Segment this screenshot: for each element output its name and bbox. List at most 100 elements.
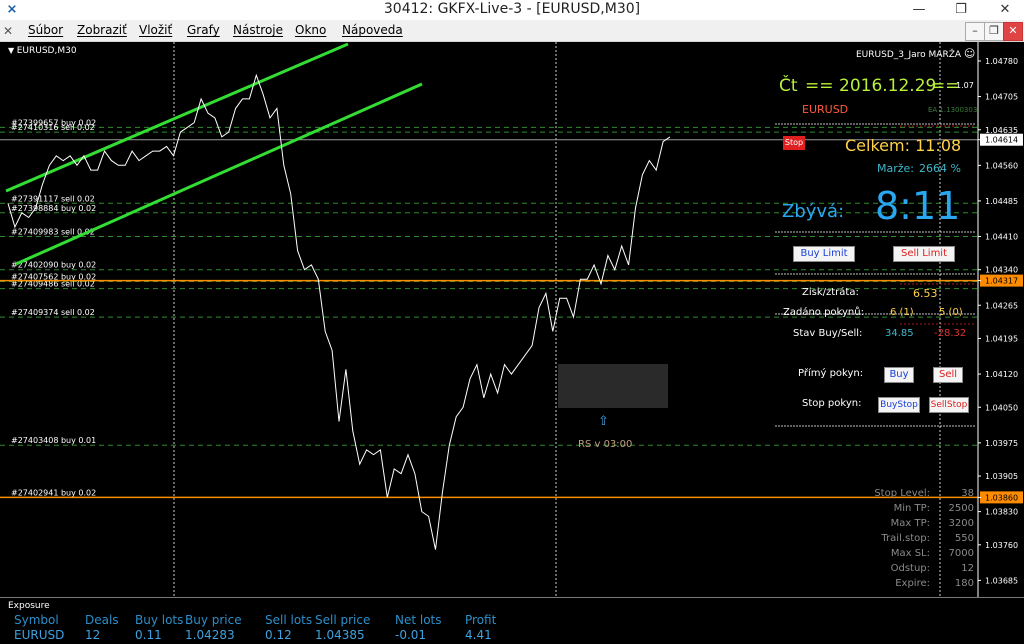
- price-axis-label: 1.04050: [985, 403, 1018, 412]
- price-axis-label: 1.03975: [985, 439, 1018, 448]
- order-label: #27403408 buy 0.01: [11, 436, 96, 445]
- cell-net-lots: -0.01: [395, 628, 427, 642]
- col-buy-lots: Buy lots: [135, 613, 184, 627]
- title-bar: ⨯ 30412: GKFX-Live-3 - [EURUSD,M30] — ❐ …: [0, 0, 1024, 21]
- chart-window[interactable]: #27399657 buy 0.02 #27410316 sell 0.02 #27…: [0, 42, 1024, 597]
- exposure-panel: Exposure Symbol Deals Buy lots Buy price…: [0, 597, 1024, 644]
- col-buy-price: Buy price: [185, 613, 242, 627]
- col-profit: Profit: [465, 613, 497, 627]
- menu-help[interactable]: Nápoveda: [342, 23, 403, 37]
- price-axis-label: 1.03760: [985, 541, 1018, 550]
- cell-symbol: EURUSD: [14, 628, 65, 642]
- stat-value: 180: [954, 578, 974, 589]
- restore-button[interactable]: ❐: [946, 0, 976, 20]
- col-symbol: Symbol: [14, 613, 59, 627]
- cell-deals: 12: [85, 628, 101, 642]
- stat-label: Odstup:: [890, 563, 930, 574]
- panel-date: 2016.12.29: [839, 76, 937, 96]
- price-axis-label: 1.04485: [985, 197, 1018, 206]
- menu-tools[interactable]: Nástroje: [233, 23, 283, 37]
- day-label: Čt: [779, 76, 798, 96]
- stat-label: Expire:: [895, 578, 930, 589]
- price-axis-label: 1.03685: [985, 576, 1018, 585]
- col-sell-price: Sell price: [315, 613, 371, 627]
- col-net-lots: Net lots: [395, 613, 442, 627]
- price-chart[interactable]: #27399657 buy 0.02#27410316 sell 0.02#27…: [0, 42, 1024, 597]
- col-deals: Deals: [85, 613, 119, 627]
- price-axis-label: 1.04705: [985, 93, 1018, 102]
- order-label: #27391117 sell 0.02: [11, 194, 95, 203]
- price-axis-label: 1.03830: [985, 508, 1018, 517]
- stat-value: 3200: [948, 518, 974, 529]
- stop-button[interactable]: Stop: [783, 136, 805, 150]
- orders-label: Zadáno pokynů:: [783, 307, 864, 318]
- buystop-button[interactable]: BuyStop: [878, 397, 920, 413]
- close-button[interactable]: ✕: [990, 0, 1020, 20]
- stat-label: Max SL:: [890, 548, 930, 559]
- stat-value: 12: [961, 563, 974, 574]
- price-axis-label: 1.03905: [985, 472, 1018, 481]
- stat-label: Stop Level:: [874, 488, 930, 499]
- price-axis-label: 1.04317: [985, 277, 1018, 286]
- price-axis-label: 1.03860: [985, 493, 1018, 502]
- orders-sell-count: 5 (0): [939, 307, 963, 318]
- mdi-minimize-button[interactable]: –: [965, 22, 985, 41]
- remaining-time: 8:11: [875, 184, 961, 228]
- col-sell-lots: Sell lots: [265, 613, 313, 627]
- price-axis-label: 1.04614: [985, 136, 1018, 145]
- stop-order-label: Stop pokyn:: [802, 398, 862, 409]
- price-axis-label: 1.04265: [985, 301, 1018, 310]
- stat-label: Max TP:: [890, 518, 930, 529]
- cell-profit: 4.41: [465, 628, 492, 642]
- total-time-label: Celkem: 11:08: [845, 136, 962, 155]
- buy-button[interactable]: Buy: [884, 367, 914, 383]
- arrow-up-icon: ⇧: [598, 414, 609, 429]
- panel-symbol: EURUSD: [802, 103, 849, 116]
- buy-limit-button[interactable]: Buy Limit: [793, 246, 855, 262]
- menu-view[interactable]: Zobraziť: [77, 23, 127, 37]
- price-axis-label: 1.04340: [985, 266, 1018, 275]
- cell-sell-price: 1.04385: [315, 628, 365, 642]
- stat-value: 38: [961, 488, 974, 499]
- cell-sell-lots: 0.12: [265, 628, 292, 642]
- margin-value: 2664 %: [919, 162, 961, 175]
- date-eq-left: ==: [805, 76, 834, 96]
- indicator-name-label: EURUSD_3_Jaro MARŽA ☺: [856, 47, 976, 60]
- price-axis-label: 1.04120: [985, 370, 1018, 379]
- menu-file[interactable]: Súbor: [28, 23, 63, 37]
- order-label: #27398884 buy 0.02: [11, 204, 96, 213]
- minimize-button[interactable]: —: [904, 0, 934, 20]
- rs-time-label: RS v 03:00: [578, 439, 633, 450]
- direct-order-label: Přímý pokyn:: [798, 368, 864, 379]
- mdi-restore-button[interactable]: ❐: [984, 22, 1004, 41]
- remaining-label: Zbývá:: [782, 201, 845, 222]
- cell-buy-lots: 0.11: [135, 628, 162, 642]
- document-icon[interactable]: ✕: [3, 24, 13, 38]
- state-buy-value: 34.85: [885, 328, 914, 339]
- stat-label: Trail.stop:: [881, 533, 930, 544]
- order-label: #27402941 buy 0.02: [11, 488, 96, 497]
- mdi-close-button[interactable]: ✕: [1003, 22, 1023, 41]
- stat-value: 550: [954, 533, 974, 544]
- version-label: 1.07: [956, 81, 974, 90]
- menu-window[interactable]: Okno: [295, 23, 326, 37]
- orders-buy-count: 6 (1): [890, 307, 914, 318]
- exposure-title: Exposure: [8, 601, 50, 611]
- pnl-value: 6.53: [913, 287, 938, 300]
- menu-bar: ✕ Súbor Zobraziť Vložiť Grafy Nástroje O…: [0, 20, 1024, 42]
- menu-insert[interactable]: Vložiť: [139, 23, 172, 37]
- margin-label: Marže:: [877, 162, 915, 175]
- window-title: 30412: GKFX-Live-3 - [EURUSD,M30]: [383, 1, 641, 17]
- channel-lower-line: [15, 82, 423, 266]
- stat-value: 7000: [948, 548, 974, 559]
- order-label: #27410316 sell 0.02: [11, 123, 95, 132]
- sellstop-button[interactable]: SellStop: [929, 397, 969, 413]
- price-axis-label: 1.04780: [985, 57, 1018, 66]
- shaded-box: [558, 364, 668, 408]
- menu-charts[interactable]: Grafy: [187, 23, 220, 37]
- price-axis-label: 1.04195: [985, 334, 1018, 343]
- sell-button[interactable]: Sell: [933, 367, 963, 383]
- sell-limit-button[interactable]: Sell Limit: [893, 246, 955, 262]
- ea-label: EA 1.1300303: [928, 106, 978, 114]
- price-axis-label: 1.04410: [985, 232, 1018, 241]
